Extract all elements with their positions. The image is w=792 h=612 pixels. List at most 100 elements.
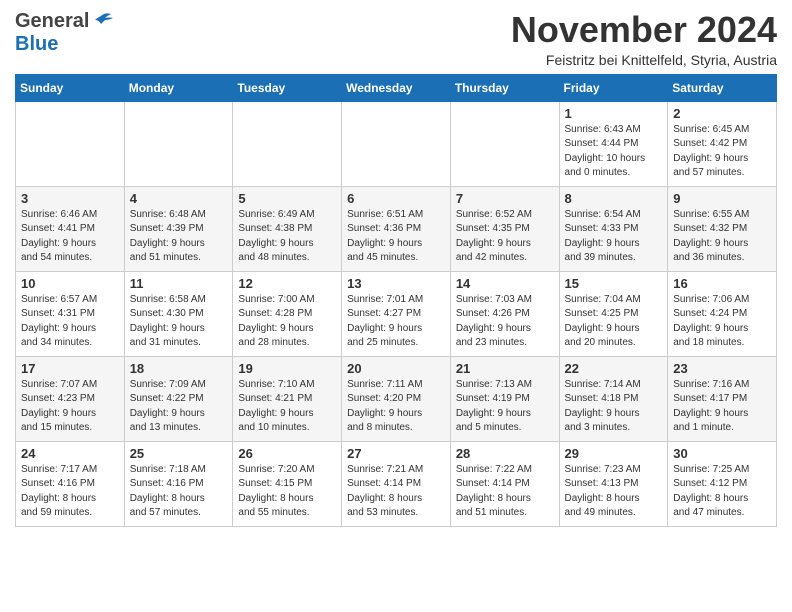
day-number: 15 bbox=[565, 276, 663, 291]
day-info: Sunrise: 7:10 AM Sunset: 4:21 PM Dayligh… bbox=[238, 378, 336, 436]
day-number: 19 bbox=[238, 361, 336, 376]
calendar-cell: 7 Sunrise: 6:52 AM Sunset: 4:35 PM Daylig… bbox=[450, 186, 559, 271]
calendar-cell: 2Sunrise: 6:45 AM Sunset: 4:42 PM Daylig… bbox=[668, 101, 777, 186]
calendar-cell: 28 Sunrise: 7:22 AM Sunset: 4:14 PM Dayli… bbox=[450, 441, 559, 526]
week-row-4: 17 Sunrise: 7:07 AM Sunset: 4:23 PM Dayli… bbox=[16, 356, 777, 441]
week-row-3: 10 Sunrise: 6:57 AM Sunset: 4:31 PM Dayli… bbox=[16, 271, 777, 356]
day-number: 10 bbox=[21, 276, 119, 291]
calendar-cell: 1 Sunrise: 6:43 AM Sunset: 4:44 PM Daylig… bbox=[559, 101, 668, 186]
day-number: 22 bbox=[565, 361, 663, 376]
calendar-cell: 3 Sunrise: 6:46 AM Sunset: 4:41 PM Daylig… bbox=[16, 186, 125, 271]
logo-bird-icon bbox=[91, 12, 113, 28]
day-info: Sunrise: 6:54 AM Sunset: 4:33 PM Dayligh… bbox=[565, 208, 663, 266]
calendar-cell: 20Sunrise: 7:11 AM Sunset: 4:20 PM Dayli… bbox=[342, 356, 451, 441]
week-row-5: 24 Sunrise: 7:17 AM Sunset: 4:16 PM Dayli… bbox=[16, 441, 777, 526]
calendar-cell: 17 Sunrise: 7:07 AM Sunset: 4:23 PM Dayli… bbox=[16, 356, 125, 441]
day-info: Sunrise: 6:43 AM Sunset: 4:44 PM Dayligh… bbox=[565, 123, 663, 181]
weekday-header-tuesday: Tuesday bbox=[233, 74, 342, 101]
calendar-cell: 5 Sunrise: 6:49 AM Sunset: 4:38 PM Daylig… bbox=[233, 186, 342, 271]
day-info: Sunrise: 7:04 AM Sunset: 4:25 PM Dayligh… bbox=[565, 293, 663, 351]
header: General Blue November 2024 Feistritz bei… bbox=[15, 10, 777, 68]
weekday-header-friday: Friday bbox=[559, 74, 668, 101]
day-info: Sunrise: 6:46 AM Sunset: 4:41 PM Dayligh… bbox=[21, 208, 119, 266]
calendar-cell: 11Sunrise: 6:58 AM Sunset: 4:30 PM Dayli… bbox=[124, 271, 233, 356]
calendar-cell: 27Sunrise: 7:21 AM Sunset: 4:14 PM Dayli… bbox=[342, 441, 451, 526]
calendar-cell: 24 Sunrise: 7:17 AM Sunset: 4:16 PM Dayli… bbox=[16, 441, 125, 526]
day-number: 29 bbox=[565, 446, 663, 461]
logo-general-text: General bbox=[15, 10, 89, 33]
calendar-cell: 21 Sunrise: 7:13 AM Sunset: 4:19 PM Dayli… bbox=[450, 356, 559, 441]
calendar-cell: 23Sunrise: 7:16 AM Sunset: 4:17 PM Dayli… bbox=[668, 356, 777, 441]
calendar-cell: 12 Sunrise: 7:00 AM Sunset: 4:28 PM Dayli… bbox=[233, 271, 342, 356]
title-block: November 2024 Feistritz bei Knittelfeld,… bbox=[511, 10, 777, 68]
calendar-cell: 10 Sunrise: 6:57 AM Sunset: 4:31 PM Dayli… bbox=[16, 271, 125, 356]
calendar-cell: 30 Sunrise: 7:25 AM Sunset: 4:12 PM Dayli… bbox=[668, 441, 777, 526]
day-number: 24 bbox=[21, 446, 119, 461]
day-info: Sunrise: 7:20 AM Sunset: 4:15 PM Dayligh… bbox=[238, 463, 336, 521]
calendar-cell: 16 Sunrise: 7:06 AM Sunset: 4:24 PM Dayli… bbox=[668, 271, 777, 356]
month-year-title: November 2024 bbox=[511, 10, 777, 50]
calendar-cell: 14 Sunrise: 7:03 AM Sunset: 4:26 PM Dayli… bbox=[450, 271, 559, 356]
calendar-cell: 29 Sunrise: 7:23 AM Sunset: 4:13 PM Dayli… bbox=[559, 441, 668, 526]
day-number: 6 bbox=[347, 191, 445, 206]
weekday-header-saturday: Saturday bbox=[668, 74, 777, 101]
weekday-header-row: SundayMondayTuesdayWednesdayThursdayFrid… bbox=[16, 74, 777, 101]
day-info: Sunrise: 6:55 AM Sunset: 4:32 PM Dayligh… bbox=[673, 208, 771, 266]
day-number: 8 bbox=[565, 191, 663, 206]
day-info: Sunrise: 7:18 AM Sunset: 4:16 PM Dayligh… bbox=[130, 463, 228, 521]
calendar-cell: 15 Sunrise: 7:04 AM Sunset: 4:25 PM Dayli… bbox=[559, 271, 668, 356]
day-number: 12 bbox=[238, 276, 336, 291]
day-number: 16 bbox=[673, 276, 771, 291]
day-info: Sunrise: 6:48 AM Sunset: 4:39 PM Dayligh… bbox=[130, 208, 228, 266]
day-info: Sunrise: 7:25 AM Sunset: 4:12 PM Dayligh… bbox=[673, 463, 771, 521]
day-info: Sunrise: 7:06 AM Sunset: 4:24 PM Dayligh… bbox=[673, 293, 771, 351]
calendar-cell bbox=[450, 101, 559, 186]
day-info: Sunrise: 7:11 AM Sunset: 4:20 PM Dayligh… bbox=[347, 378, 445, 436]
day-number: 18 bbox=[130, 361, 228, 376]
calendar-cell bbox=[16, 101, 125, 186]
day-number: 28 bbox=[456, 446, 554, 461]
weekday-header-monday: Monday bbox=[124, 74, 233, 101]
day-info: Sunrise: 6:49 AM Sunset: 4:38 PM Dayligh… bbox=[238, 208, 336, 266]
day-number: 23 bbox=[673, 361, 771, 376]
day-number: 30 bbox=[673, 446, 771, 461]
day-number: 27 bbox=[347, 446, 445, 461]
day-number: 1 bbox=[565, 106, 663, 121]
day-info: Sunrise: 7:13 AM Sunset: 4:19 PM Dayligh… bbox=[456, 378, 554, 436]
day-number: 17 bbox=[21, 361, 119, 376]
logo-blue-text: Blue bbox=[15, 33, 58, 55]
day-info: Sunrise: 6:57 AM Sunset: 4:31 PM Dayligh… bbox=[21, 293, 119, 351]
day-number: 26 bbox=[238, 446, 336, 461]
day-info: Sunrise: 7:03 AM Sunset: 4:26 PM Dayligh… bbox=[456, 293, 554, 351]
day-number: 13 bbox=[347, 276, 445, 291]
calendar-cell bbox=[233, 101, 342, 186]
day-info: Sunrise: 6:51 AM Sunset: 4:36 PM Dayligh… bbox=[347, 208, 445, 266]
day-number: 5 bbox=[238, 191, 336, 206]
day-number: 2 bbox=[673, 106, 771, 121]
calendar-cell: 9 Sunrise: 6:55 AM Sunset: 4:32 PM Daylig… bbox=[668, 186, 777, 271]
day-number: 7 bbox=[456, 191, 554, 206]
day-info: Sunrise: 7:23 AM Sunset: 4:13 PM Dayligh… bbox=[565, 463, 663, 521]
day-info: Sunrise: 7:00 AM Sunset: 4:28 PM Dayligh… bbox=[238, 293, 336, 351]
day-info: Sunrise: 7:09 AM Sunset: 4:22 PM Dayligh… bbox=[130, 378, 228, 436]
calendar-cell: 26 Sunrise: 7:20 AM Sunset: 4:15 PM Dayli… bbox=[233, 441, 342, 526]
day-info: Sunrise: 6:52 AM Sunset: 4:35 PM Dayligh… bbox=[456, 208, 554, 266]
calendar-cell: 8 Sunrise: 6:54 AM Sunset: 4:33 PM Daylig… bbox=[559, 186, 668, 271]
day-number: 3 bbox=[21, 191, 119, 206]
day-number: 9 bbox=[673, 191, 771, 206]
calendar-cell bbox=[124, 101, 233, 186]
day-number: 21 bbox=[456, 361, 554, 376]
calendar-cell: 18 Sunrise: 7:09 AM Sunset: 4:22 PM Dayli… bbox=[124, 356, 233, 441]
day-number: 14 bbox=[456, 276, 554, 291]
day-info: Sunrise: 7:17 AM Sunset: 4:16 PM Dayligh… bbox=[21, 463, 119, 521]
weekday-header-sunday: Sunday bbox=[16, 74, 125, 101]
day-info: Sunrise: 7:22 AM Sunset: 4:14 PM Dayligh… bbox=[456, 463, 554, 521]
day-number: 25 bbox=[130, 446, 228, 461]
calendar-cell: 4 Sunrise: 6:48 AM Sunset: 4:39 PM Daylig… bbox=[124, 186, 233, 271]
logo: General Blue bbox=[15, 10, 113, 56]
week-row-1: 1 Sunrise: 6:43 AM Sunset: 4:44 PM Daylig… bbox=[16, 101, 777, 186]
week-row-2: 3 Sunrise: 6:46 AM Sunset: 4:41 PM Daylig… bbox=[16, 186, 777, 271]
day-info: Sunrise: 7:07 AM Sunset: 4:23 PM Dayligh… bbox=[21, 378, 119, 436]
day-number: 4 bbox=[130, 191, 228, 206]
calendar-cell: 25 Sunrise: 7:18 AM Sunset: 4:16 PM Dayli… bbox=[124, 441, 233, 526]
